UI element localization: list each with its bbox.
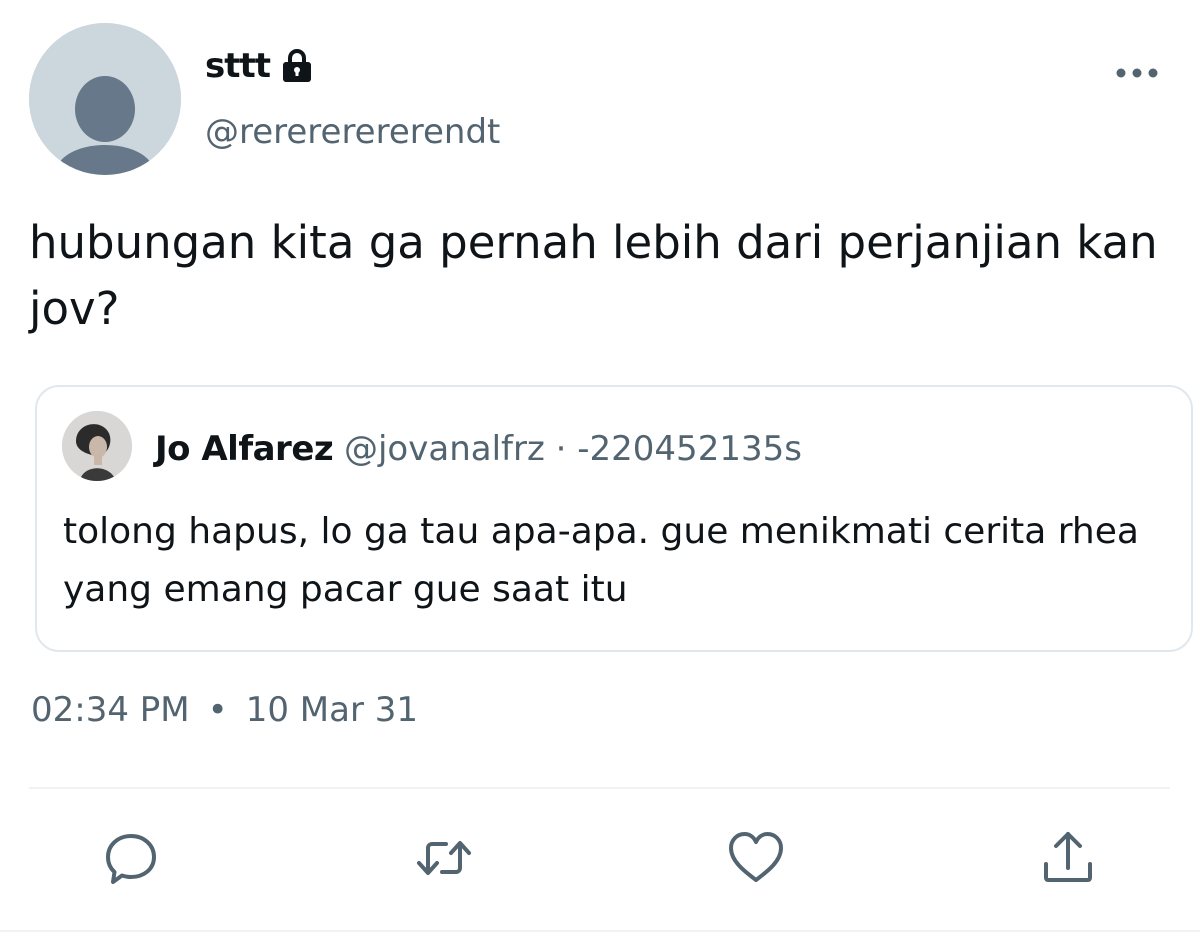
quoted-tweet-text: tolong hapus, lo ga tau apa-apa. gue men… xyxy=(63,511,1139,610)
reply-button[interactable] xyxy=(101,828,161,888)
quoted-author-handle[interactable]: @jovanalfrz xyxy=(344,429,545,469)
quoted-tweet-header: Jo Alfarez @jovanalfrz · -220452135s xyxy=(155,429,802,469)
quoted-author-avatar[interactable] xyxy=(62,411,132,481)
lock-icon xyxy=(283,49,311,82)
author-display-name[interactable]: sttt xyxy=(205,46,271,86)
tweet-timestamp[interactable]: 02:34 PM • 10 Mar 31 xyxy=(31,690,418,730)
divider xyxy=(29,787,1170,789)
author-avatar[interactable] xyxy=(29,23,181,175)
share-button[interactable] xyxy=(1038,828,1098,888)
quoted-author-name[interactable]: Jo Alfarez xyxy=(155,429,334,469)
retweet-button[interactable] xyxy=(414,828,474,888)
author-name[interactable]: sttt xyxy=(205,46,316,86)
timestamp-separator: • xyxy=(207,690,228,730)
quoted-tweet[interactable]: Jo Alfarez @jovanalfrz · -220452135s tol… xyxy=(35,385,1193,652)
tweet: sttt @rerererererendt hubungan kita ga p… xyxy=(0,0,1200,947)
reply-icon xyxy=(106,834,156,884)
quoted-separator: · xyxy=(555,429,567,469)
more-dots-icon[interactable] xyxy=(1115,64,1159,82)
timestamp-time: 02:34 PM xyxy=(31,690,190,730)
timestamp-date: 10 Mar 31 xyxy=(245,690,418,730)
like-icon xyxy=(729,832,783,882)
default-avatar-icon xyxy=(29,23,181,175)
author-handle[interactable]: @rerererererendt xyxy=(205,112,500,152)
profile-photo-icon xyxy=(62,411,132,481)
share-icon xyxy=(1044,832,1092,882)
retweet-icon xyxy=(417,841,471,875)
like-button[interactable] xyxy=(726,828,786,888)
quoted-time: -220452135s xyxy=(577,429,802,469)
tweet-text: hubungan kita ga pernah lebih dari perja… xyxy=(29,216,1158,335)
bottom-divider xyxy=(0,930,1200,932)
